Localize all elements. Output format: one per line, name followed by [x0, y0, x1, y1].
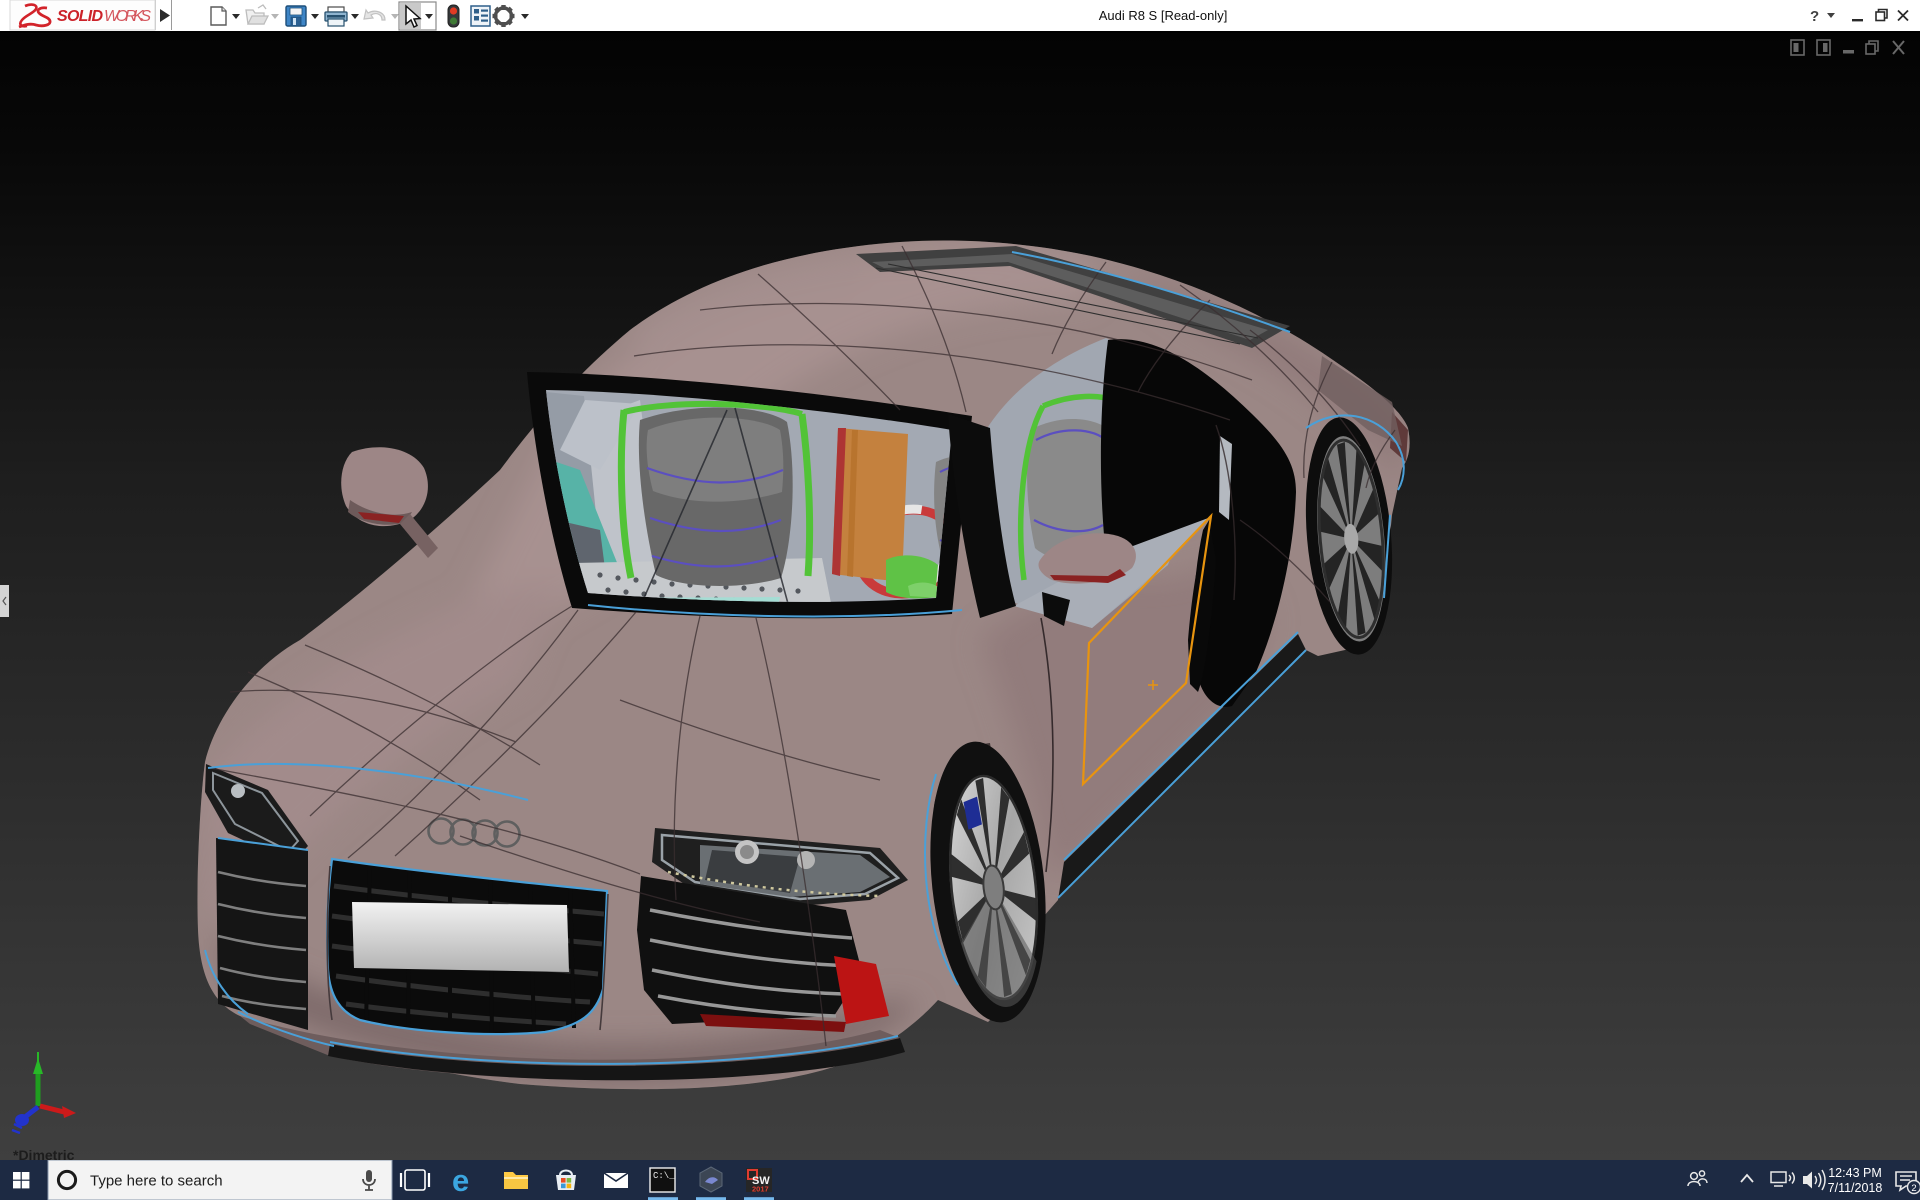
svg-text:2: 2	[1911, 1183, 1916, 1194]
svg-text:Audi R8 S [Read-only]: Audi R8 S [Read-only]	[1099, 8, 1228, 23]
svg-text:Type here to search: Type here to search	[90, 1173, 223, 1190]
svg-text:7/11/2018: 7/11/2018	[1828, 1181, 1883, 1195]
svg-text:C:\_: C:\_	[653, 1171, 675, 1181]
svg-text:?: ?	[1810, 8, 1819, 25]
svg-text:12:43 PM: 12:43 PM	[1828, 1166, 1882, 1180]
svg-text:2017: 2017	[752, 1185, 769, 1194]
svg-text:e: e	[452, 1163, 469, 1198]
svg-text:SOLID: SOLID	[57, 8, 103, 25]
svg-text:WORKS: WORKS	[104, 8, 151, 25]
